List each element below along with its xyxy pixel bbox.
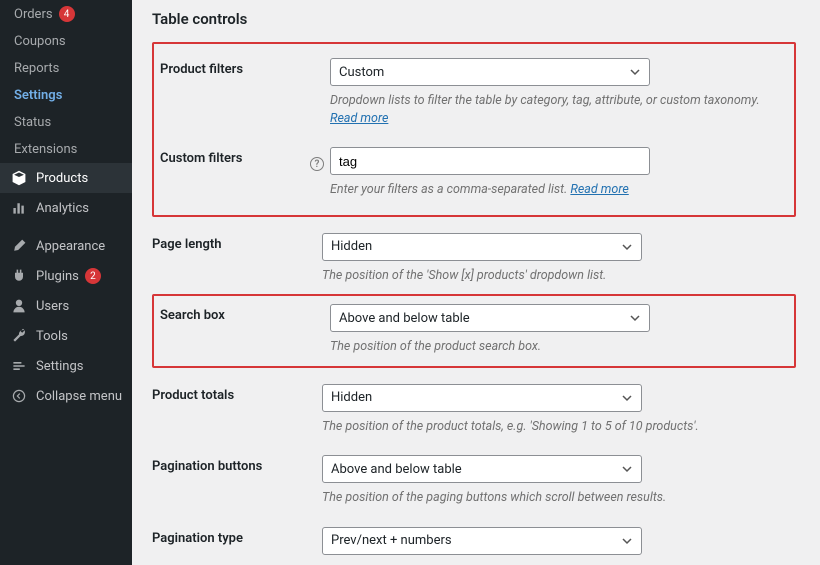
sidebar-item-appearance[interactable]: Appearance <box>0 231 132 261</box>
sidebar-item-reports[interactable]: Reports <box>0 55 132 82</box>
search-box-label: Search box <box>160 304 330 323</box>
orders-badge: 4 <box>59 6 75 22</box>
plugins-badge: 2 <box>85 268 101 284</box>
sidebar-item-users[interactable]: Users <box>0 291 132 321</box>
sidebar-item-analytics[interactable]: Analytics <box>0 193 132 223</box>
pagination-buttons-label: Pagination buttons <box>152 455 322 474</box>
sidebar-item-status[interactable]: Status <box>0 109 132 136</box>
plug-icon <box>10 267 28 285</box>
sidebar-item-settings[interactable]: Settings <box>0 351 132 381</box>
brush-icon <box>10 237 28 255</box>
settings-content: Table controls Product filters Custom Dr… <box>132 0 820 565</box>
chevron-down-icon <box>629 66 641 78</box>
sidebar-item-orders[interactable]: Orders4 <box>0 0 132 28</box>
chevron-down-icon <box>621 535 633 547</box>
page-length-select[interactable]: Hidden <box>322 233 642 261</box>
collapse-icon <box>10 387 28 405</box>
page-length-label: Page length <box>152 233 322 252</box>
pagination-type-label: Pagination type <box>152 527 322 546</box>
user-icon <box>10 297 28 315</box>
wrench-icon <box>10 327 28 345</box>
page-length-help: The position of the 'Show [x] products' … <box>322 267 782 285</box>
highlight-filters-section: Product filters Custom Dropdown lists to… <box>152 42 796 217</box>
bars-icon <box>10 199 28 217</box>
search-box-help: The position of the product search box. <box>330 338 788 356</box>
custom-filters-label: Custom filters <box>160 151 310 166</box>
sidebar-item-plugins[interactable]: Plugins2 <box>0 261 132 291</box>
product-filters-help: Dropdown lists to filter the table by ca… <box>330 92 788 127</box>
highlight-searchbox-section: Search box Above and below table The pos… <box>152 294 796 368</box>
custom-filters-readmore-link[interactable]: Read more <box>570 182 628 197</box>
cube-icon <box>10 169 28 187</box>
product-totals-select[interactable]: Hidden <box>322 384 642 412</box>
chevron-down-icon <box>621 392 633 404</box>
chevron-down-icon <box>621 241 633 253</box>
chevron-down-icon <box>621 463 633 475</box>
admin-sidebar: Orders4 Coupons Reports Settings Status … <box>0 0 132 565</box>
page-title: Table controls <box>152 10 796 28</box>
product-filters-select[interactable]: Custom <box>330 58 650 86</box>
sidebar-item-coupons[interactable]: Coupons <box>0 28 132 55</box>
custom-filters-help: Enter your filters as a comma-separated … <box>330 181 788 199</box>
sidebar-item-products[interactable]: Products <box>0 163 132 193</box>
search-box-select[interactable]: Above and below table <box>330 304 650 332</box>
sidebar-item-extensions[interactable]: Extensions <box>0 136 132 163</box>
product-filters-readmore-link[interactable]: Read more <box>330 111 388 126</box>
product-totals-label: Product totals <box>152 384 322 403</box>
pagination-buttons-select[interactable]: Above and below table <box>322 455 642 483</box>
sidebar-item-collapse[interactable]: Collapse menu <box>0 381 132 411</box>
chevron-down-icon <box>629 312 641 324</box>
sliders-icon <box>10 357 28 375</box>
pagination-type-select[interactable]: Prev/next + numbers <box>322 527 642 555</box>
product-filters-label: Product filters <box>160 58 330 77</box>
product-totals-help: The position of the product totals, e.g.… <box>322 418 782 436</box>
pagination-buttons-help: The position of the paging buttons which… <box>322 489 782 507</box>
sidebar-item-settings-sub[interactable]: Settings <box>0 82 132 109</box>
help-tooltip-icon[interactable]: ? <box>310 157 324 171</box>
sidebar-item-tools[interactable]: Tools <box>0 321 132 351</box>
custom-filters-input[interactable] <box>330 147 650 175</box>
